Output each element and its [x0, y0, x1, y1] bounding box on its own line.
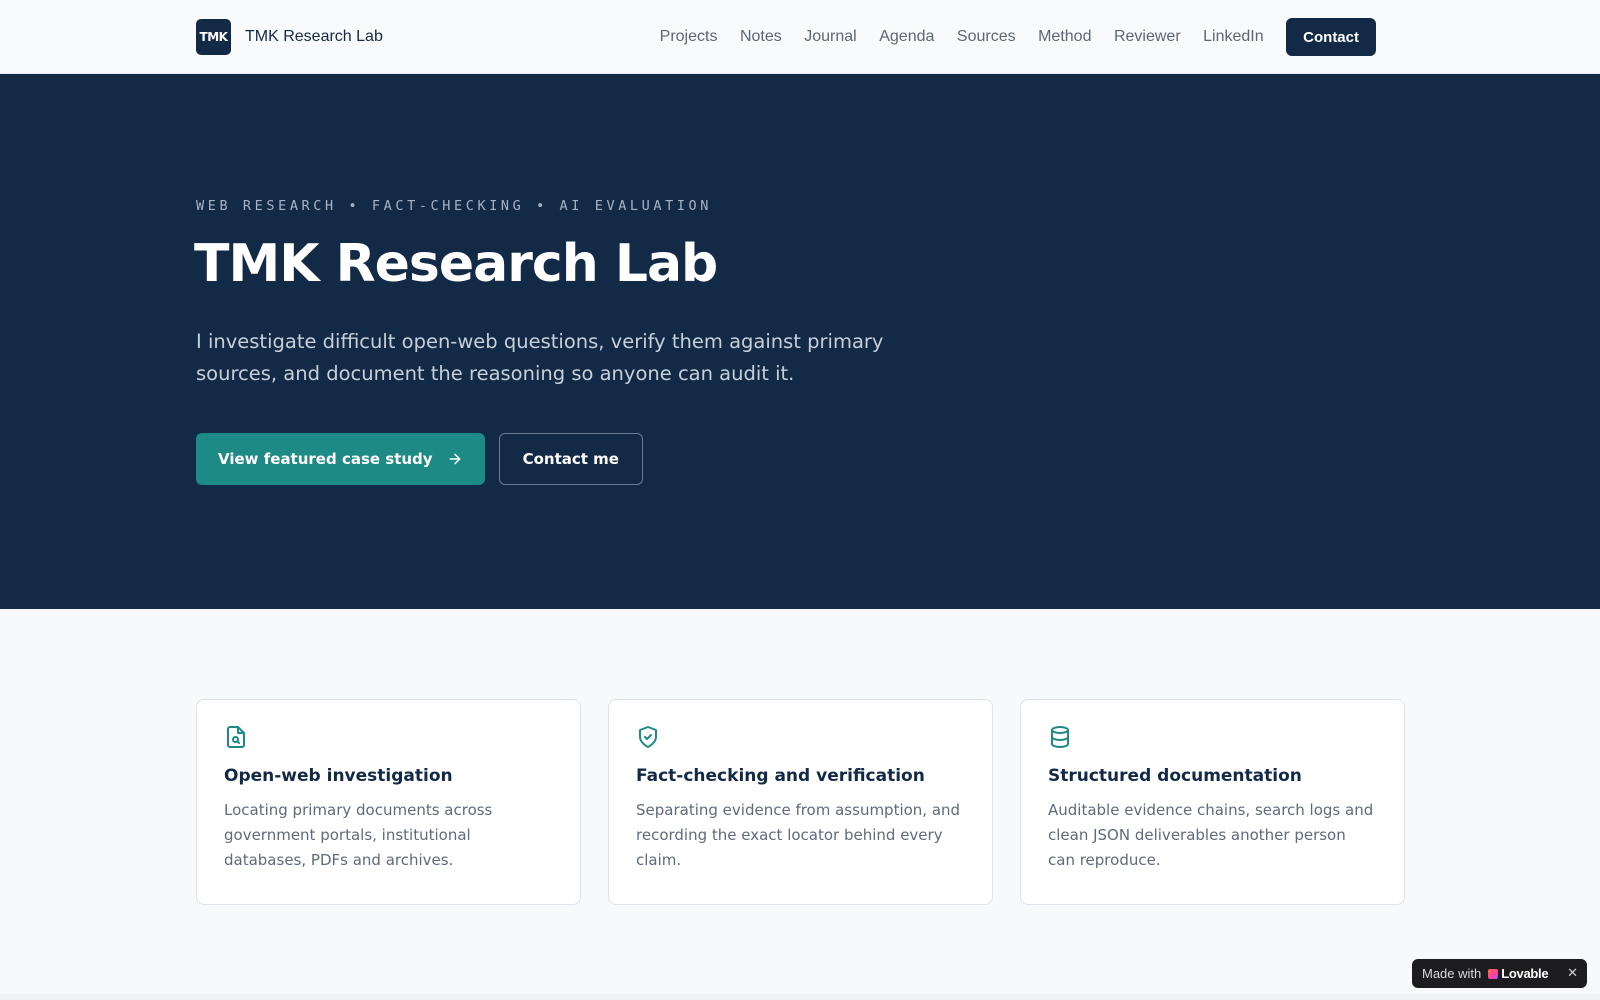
- hero-subtitle: I investigate difficult open-web questio…: [196, 330, 884, 385]
- feature-card: Structured documentation Auditable evide…: [1020, 699, 1405, 905]
- feature-title: Open-web investigation: [224, 766, 453, 786]
- nav-link-reviewer[interactable]: Reviewer: [1114, 28, 1181, 46]
- feature-description: Separating evidence from assumption, and…: [636, 801, 961, 869]
- main-nav: Projects Notes Journal Agenda Sources Me…: [660, 18, 1376, 56]
- feature-card: Open-web investigation Locating primary …: [196, 699, 581, 905]
- contact-me-button[interactable]: Contact me: [498, 433, 643, 485]
- database-icon: [1048, 725, 1072, 749]
- nav-link-journal[interactable]: Journal: [804, 28, 856, 46]
- arrow-right-icon: [447, 451, 463, 467]
- nav-link-linkedin[interactable]: LinkedIn: [1203, 28, 1264, 46]
- features-section: Open-web investigation Locating primary …: [196, 699, 1405, 905]
- hero-actions: View featured case study Contact me: [196, 433, 643, 485]
- made-with-badge[interactable]: Made with Lovable ✕: [1412, 959, 1587, 988]
- site-header: TMK TMK Research Lab Projects Notes Jour…: [0, 0, 1600, 74]
- feature-description: Locating primary documents across govern…: [224, 801, 493, 869]
- nav-link-method[interactable]: Method: [1038, 28, 1091, 46]
- file-search-icon: [224, 725, 248, 749]
- badge-prefix: Made with: [1422, 966, 1482, 981]
- shield-check-icon: [636, 725, 660, 749]
- lovable-heart-icon: [1488, 968, 1499, 979]
- logo[interactable]: TMK: [196, 19, 231, 55]
- page-bottom-divider: [0, 994, 1600, 1000]
- hero-title: TMK Research Lab: [194, 234, 718, 294]
- close-icon[interactable]: ✕: [1567, 965, 1578, 981]
- feature-description: Auditable evidence chains, search logs a…: [1048, 801, 1374, 869]
- nav-link-notes[interactable]: Notes: [740, 28, 782, 46]
- brand-name[interactable]: TMK Research Lab: [245, 28, 383, 46]
- hero-eyebrow: WEB RESEARCH • FACT-CHECKING • AI EVALUA…: [196, 198, 713, 214]
- nav-link-sources[interactable]: Sources: [957, 28, 1016, 46]
- nav-link-agenda[interactable]: Agenda: [879, 28, 934, 46]
- nav-link-projects[interactable]: Projects: [660, 28, 718, 46]
- badge-brand-name: Lovable: [1501, 966, 1549, 981]
- feature-title: Structured documentation: [1048, 766, 1302, 786]
- contact-button[interactable]: Contact: [1286, 18, 1376, 56]
- view-case-study-button[interactable]: View featured case study: [196, 433, 485, 485]
- feature-title: Fact-checking and verification: [636, 766, 925, 786]
- view-case-study-label: View featured case study: [218, 450, 433, 468]
- lovable-logo: Lovable: [1488, 966, 1549, 981]
- brand[interactable]: TMK TMK Research Lab: [196, 19, 383, 55]
- hero-section: WEB RESEARCH • FACT-CHECKING • AI EVALUA…: [0, 74, 1600, 609]
- feature-card: Fact-checking and verification Separatin…: [608, 699, 993, 905]
